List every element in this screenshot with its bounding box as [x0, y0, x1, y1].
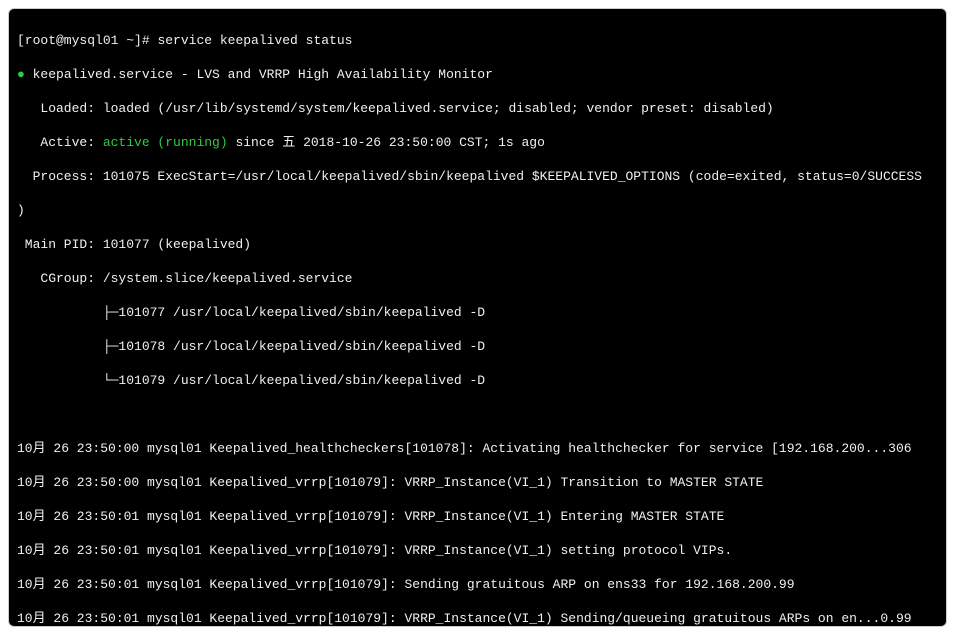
- window-frame: [root@mysql01 ~]# service keepalived sta…: [0, 0, 955, 635]
- blank-line: [17, 406, 938, 423]
- status-bullet-icon: ●: [17, 67, 25, 82]
- loaded-line: Loaded: loaded (/usr/lib/systemd/system/…: [17, 100, 938, 117]
- service-title: keepalived.service - LVS and VRRP High A…: [25, 67, 493, 82]
- active-value: active (running): [103, 135, 228, 150]
- log-line: 10月 26 23:50:00 mysql01 Keepalived_vrrp[…: [17, 474, 938, 491]
- log-line: 10月 26 23:50:01 mysql01 Keepalived_vrrp[…: [17, 610, 938, 627]
- cgroup-line: CGroup: /system.slice/keepalived.service: [17, 270, 938, 287]
- terminal-output[interactable]: [root@mysql01 ~]# service keepalived sta…: [8, 8, 947, 627]
- active-since: since 五 2018-10-26 23:50:00 CST; 1s ago: [228, 135, 545, 150]
- cgroup-item: ├─101078 /usr/local/keepalived/sbin/keep…: [17, 338, 938, 355]
- log-line: 10月 26 23:50:00 mysql01 Keepalived_healt…: [17, 440, 938, 457]
- active-label: Active:: [17, 135, 103, 150]
- prompt: [root@mysql01 ~]#: [17, 33, 150, 48]
- process-paren: ): [17, 202, 938, 219]
- mainpid-line: Main PID: 101077 (keepalived): [17, 236, 938, 253]
- log-line: 10月 26 23:50:01 mysql01 Keepalived_vrrp[…: [17, 576, 938, 593]
- process-line: Process: 101075 ExecStart=/usr/local/kee…: [17, 168, 938, 185]
- log-line: 10月 26 23:50:01 mysql01 Keepalived_vrrp[…: [17, 508, 938, 525]
- cgroup-item: └─101079 /usr/local/keepalived/sbin/keep…: [17, 372, 938, 389]
- cgroup-item: ├─101077 /usr/local/keepalived/sbin/keep…: [17, 304, 938, 321]
- command-1: service keepalived status: [157, 33, 352, 48]
- log-line: 10月 26 23:50:01 mysql01 Keepalived_vrrp[…: [17, 542, 938, 559]
